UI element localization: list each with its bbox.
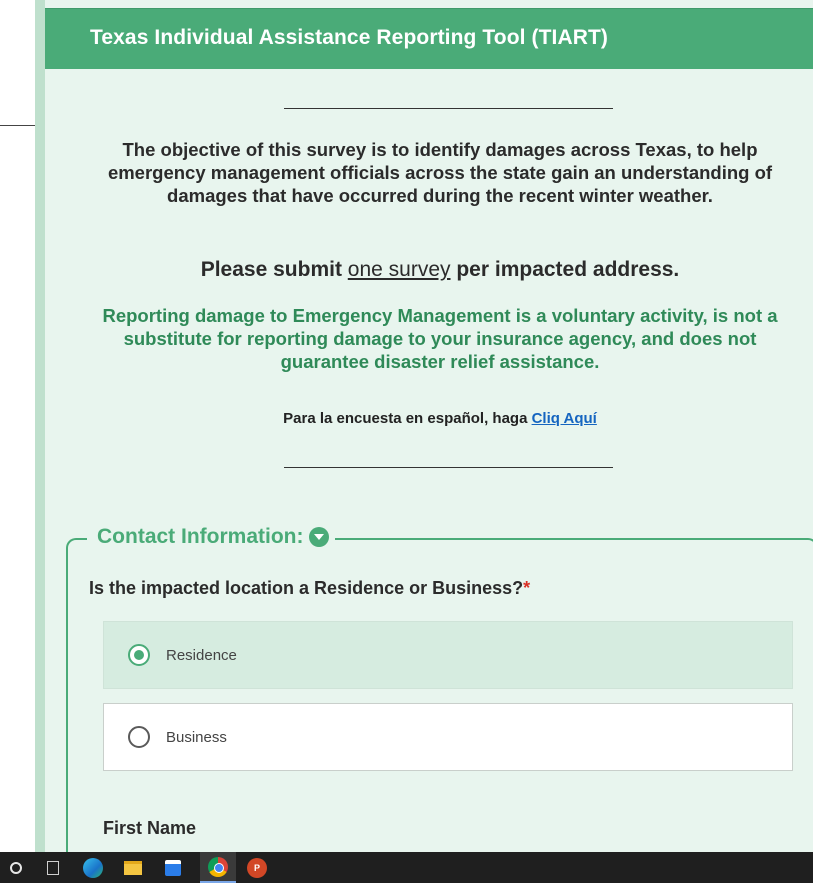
chrome-icon xyxy=(208,856,228,877)
search-icon xyxy=(10,861,22,874)
store-icon xyxy=(165,859,181,876)
submit-suffix: per impacted address. xyxy=(450,258,680,281)
required-asterisk: * xyxy=(523,578,531,598)
survey-header: Texas Individual Assistance Reporting To… xyxy=(45,8,813,69)
spanish-survey-line: Para la encuesta en español, haga Cliq A… xyxy=(95,410,785,427)
submit-instruction: Please submit one survey per impacted ad… xyxy=(95,258,785,282)
first-name-label: First Name xyxy=(103,818,197,838)
search-button[interactable] xyxy=(0,855,26,881)
contact-information-title: Contact Information: xyxy=(97,525,304,548)
bottom-divider xyxy=(284,467,613,468)
edge-button[interactable] xyxy=(80,855,106,881)
edge-icon xyxy=(83,857,103,878)
windows-taskbar: P xyxy=(0,852,813,883)
spanish-survey-link[interactable]: Cliq Aquí xyxy=(532,410,597,427)
powerpoint-icon: P xyxy=(247,857,267,878)
submit-prefix: Please submit xyxy=(200,258,348,281)
option-label: Business xyxy=(166,728,227,746)
file-explorer-icon xyxy=(124,860,142,875)
top-divider xyxy=(284,108,613,109)
file-explorer-button[interactable] xyxy=(120,855,146,881)
survey-title: Texas Individual Assistance Reporting To… xyxy=(90,26,609,49)
powerpoint-button[interactable]: P xyxy=(244,855,270,881)
option-label: Residence xyxy=(166,646,237,664)
contact-information-legend[interactable]: Contact Information: xyxy=(87,525,336,549)
task-view-icon xyxy=(47,860,59,875)
question-text: Is the impacted location a Residence or … xyxy=(89,578,524,598)
objective-text: The objective of this survey is to ident… xyxy=(107,139,773,206)
location-type-question: Is the impacted location a Residence or … xyxy=(89,578,530,599)
option-residence[interactable]: Residence xyxy=(103,621,793,689)
store-button[interactable] xyxy=(160,855,186,881)
radio-selected-icon[interactable] xyxy=(128,644,150,666)
one-survey-text: one survey xyxy=(347,258,451,281)
spanish-prefix: Para la encuesta en español, haga xyxy=(283,410,532,427)
option-business[interactable]: Business xyxy=(103,703,793,771)
collapse-chevron-icon[interactable] xyxy=(309,527,330,547)
chrome-button[interactable] xyxy=(200,852,236,883)
radio-unselected-icon[interactable] xyxy=(128,726,150,748)
task-view-button[interactable] xyxy=(40,855,66,881)
disclaimer-text: Reporting damage to Emergency Management… xyxy=(102,305,778,372)
survey-page: Texas Individual Assistance Reporting To… xyxy=(35,0,813,868)
